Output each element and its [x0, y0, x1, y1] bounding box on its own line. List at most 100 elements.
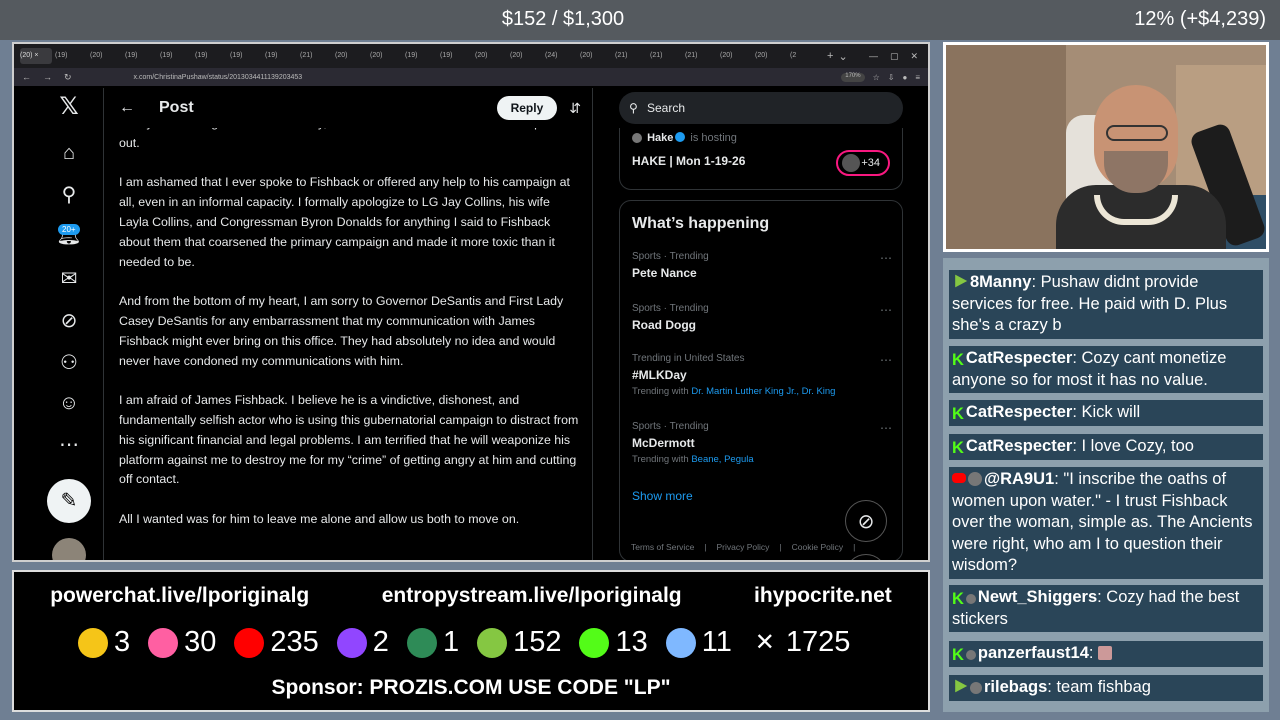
browser-tab[interactable]: (21): [685, 48, 717, 64]
extension-icon[interactable]: ●: [902, 73, 907, 82]
tab-list-chevron-icon[interactable]: ⌄: [838, 50, 847, 63]
browser-tab[interactable]: (2: [790, 48, 822, 64]
menu-icon[interactable]: ≡: [915, 73, 920, 82]
ihypocrite-link: ihypocrite.net: [754, 584, 892, 607]
browser-tab[interactable]: (20): [335, 48, 367, 64]
browser-tab[interactable]: (19): [440, 48, 472, 64]
listener-count-pill[interactable]: +34: [836, 150, 890, 176]
youtube-icon: [952, 473, 966, 483]
platform-count: 3: [78, 626, 130, 659]
browser-tab[interactable]: (20): [580, 48, 612, 64]
x-logo-icon[interactable]: 𝕏: [54, 92, 84, 122]
trend-with-links[interactable]: Dr. Martin Luther King Jr., Dr. King: [691, 386, 835, 397]
count-value: 11: [701, 626, 732, 658]
terms-link[interactable]: Terms of Service: [631, 542, 694, 552]
explore-search-icon[interactable]: ⚲: [54, 180, 84, 210]
browser-tab[interactable]: (19): [265, 48, 297, 64]
more-options-icon[interactable]: ⋯: [880, 303, 892, 317]
close-window-icon[interactable]: ✕: [910, 51, 918, 62]
emote-icon: [1098, 646, 1113, 660]
platform-count: 235: [234, 626, 319, 659]
user-avatar: [970, 682, 982, 694]
trend-with-links[interactable]: Beane, Pegula: [691, 454, 753, 465]
kick-icon: [579, 627, 610, 658]
chat-message: K CatRespecter: Cozy cant monetize anyone…: [949, 346, 1263, 394]
browser-tab[interactable]: (20): [475, 48, 507, 64]
back-arrow-icon[interactable]: ←: [119, 99, 159, 117]
grok-fab-icon[interactable]: ⊘: [845, 500, 887, 542]
compose-post-button[interactable]: ✎: [47, 479, 91, 523]
bookmark-star-icon[interactable]: ☆: [873, 73, 880, 82]
new-tab-button[interactable]: +: [827, 50, 833, 62]
browser-tab[interactable]: (19): [125, 48, 157, 64]
browser-tab[interactable]: (19): [160, 48, 192, 64]
banner-links: powerchat.live/lporiginalg entropystream…: [14, 584, 928, 608]
platform-count: 13: [579, 626, 648, 659]
browser-tab[interactable]: (21): [650, 48, 682, 64]
browser-tab[interactable]: (19): [195, 48, 227, 64]
user-avatar: [965, 594, 976, 604]
search-input[interactable]: ⚲ Search: [619, 92, 903, 124]
trend-name: Pete Nance: [632, 266, 697, 280]
browser-tab[interactable]: (20): [370, 48, 402, 64]
rumble-icon: [955, 679, 968, 693]
trend-name: #MLKDay: [632, 368, 687, 382]
browser-tab[interactable]: (21): [615, 48, 647, 64]
more-options-icon[interactable]: ⋯: [880, 421, 892, 435]
browser-tab[interactable]: (19): [55, 48, 87, 64]
orb-icon: [406, 627, 437, 658]
minimize-icon[interactable]: —: [869, 51, 878, 62]
reply-button[interactable]: Reply: [496, 96, 558, 120]
browser-tab[interactable]: (20) ×: [20, 48, 52, 64]
trend-with-label: Trending with: [632, 386, 689, 397]
count-value: 13: [615, 626, 648, 658]
sponsor-text: Sponsor: PROZIS.COM USE CODE "LP": [271, 676, 671, 699]
browser-tab[interactable]: (19): [230, 48, 262, 64]
download-icon[interactable]: ⇩: [888, 73, 895, 82]
more-options-icon[interactable]: ⋯: [880, 353, 892, 367]
maximize-icon[interactable]: ▢: [890, 51, 899, 62]
browser-tab[interactable]: (20): [510, 48, 542, 64]
filter-settings-icon[interactable]: ⇵: [569, 100, 581, 117]
trend-meta: Sports · Trending: [632, 421, 709, 432]
grok-icon[interactable]: ⊘: [54, 306, 84, 336]
viewer-counts: 3 30 235 2 1 152 13 11 ✕ 1725: [78, 626, 850, 659]
browser-tab[interactable]: (24): [545, 48, 577, 64]
trend-meta: Sports · Trending: [632, 251, 709, 262]
messages-icon[interactable]: ✉: [54, 264, 84, 294]
browser-tab[interactable]: (20): [755, 48, 787, 64]
forward-nav-icon[interactable]: →: [43, 72, 52, 82]
home-icon[interactable]: ⌂: [54, 138, 84, 168]
browser-tab[interactable]: (20): [720, 48, 752, 64]
panel-title: What’s happening: [632, 215, 770, 232]
count-value: 235: [270, 626, 319, 658]
reload-icon[interactable]: ↻: [64, 72, 72, 83]
back-nav-icon[interactable]: ←: [22, 72, 31, 82]
trend-item[interactable]: Sports · Trending Pete Nance ⋯: [632, 251, 892, 280]
donation-goal: $152 / $1,300: [501, 8, 625, 30]
zoom-level[interactable]: 170%: [841, 72, 865, 82]
address-bar[interactable]: x.com/ChristinaPushaw/status/20130344111…: [134, 74, 303, 81]
privacy-link[interactable]: Privacy Policy: [717, 542, 770, 552]
trend-item[interactable]: Sports · Trending McDermott Trending wit…: [632, 421, 892, 465]
webcam-feed: [943, 42, 1269, 252]
chat-message: Kpanzerfaust14:: [949, 641, 1263, 667]
post-paragraph: I am afraid of James Fishback. I believe…: [119, 393, 579, 487]
trend-item[interactable]: Sports · Trending Road Dogg ⋯: [632, 303, 892, 332]
more-options-icon[interactable]: ⋯: [880, 251, 892, 265]
cookie-link[interactable]: Cookie Policy: [792, 542, 844, 552]
more-icon[interactable]: ⋯: [54, 430, 84, 460]
trend-item[interactable]: Trending in United States #MLKDay Trendi…: [632, 353, 892, 397]
stream-top-bar: $152 / $1,300 12% (+$4,239): [0, 0, 1280, 40]
browser-tab[interactable]: (21): [300, 48, 332, 64]
chat-username: CatRespecter: [965, 403, 1073, 421]
account-avatar[interactable]: [52, 538, 86, 560]
footer-separator: |: [853, 542, 856, 552]
communities-icon[interactable]: ⚇: [54, 348, 84, 378]
browser-tab[interactable]: (20): [90, 48, 122, 64]
show-more-link[interactable]: Show more: [632, 489, 693, 503]
profile-icon[interactable]: ☺: [54, 388, 84, 418]
browser-tab[interactable]: (19): [405, 48, 437, 64]
chat-message: K CatRespecter: Kick will: [949, 400, 1263, 426]
space-host-card[interactable]: Hake is hosting HAKE | Mon 1-19-26 +34: [619, 128, 903, 190]
